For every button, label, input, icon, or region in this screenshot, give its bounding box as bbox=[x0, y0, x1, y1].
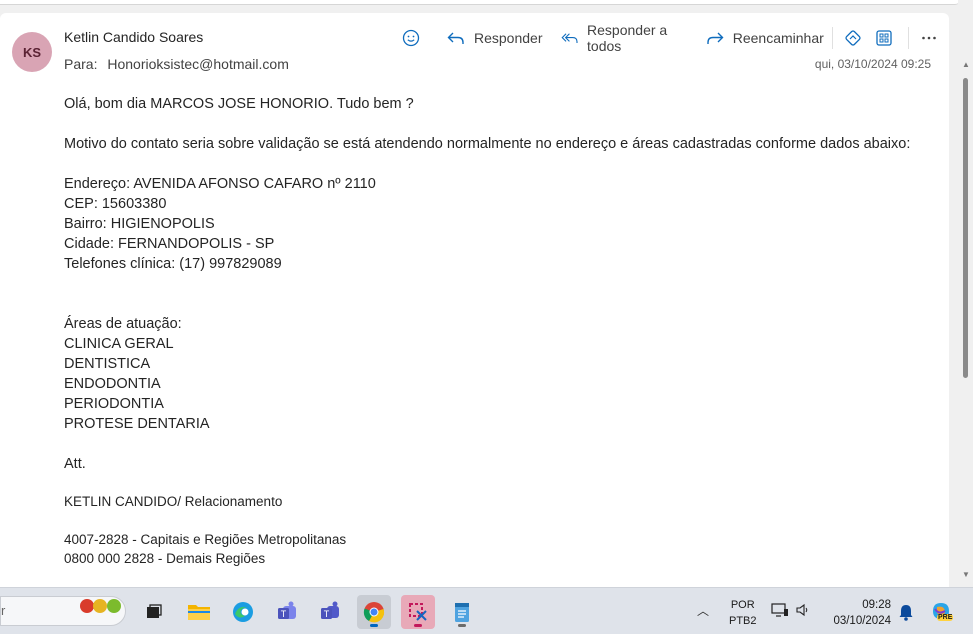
snipping-tool-icon[interactable] bbox=[401, 595, 435, 629]
motive-paragraph: Motivo do contato seria sobre validação … bbox=[64, 136, 911, 152]
network-icon[interactable] bbox=[771, 602, 789, 618]
actions-divider-2 bbox=[908, 27, 910, 49]
area-item: PERIODONTIA bbox=[64, 396, 164, 412]
contact-phone: 0800 000 2828 - Demais Regiões bbox=[64, 551, 266, 566]
forward-label: Reencaminhar bbox=[732, 30, 824, 46]
language-code: POR bbox=[730, 599, 755, 611]
address-line: Endereço: AVENIDA AFONSO CAFARO nº 2110 bbox=[64, 176, 376, 192]
reaction-button[interactable] bbox=[398, 24, 432, 52]
svg-text:T: T bbox=[324, 609, 330, 619]
task-view-icon[interactable] bbox=[137, 595, 171, 629]
message-card: KS Ketlin Candido Soares Para: Honorioks… bbox=[0, 13, 949, 587]
active-app-indicator bbox=[370, 624, 378, 627]
copilot-icon[interactable]: PRE bbox=[929, 599, 955, 625]
reply-all-icon bbox=[560, 33, 578, 44]
windows-taskbar: r T T ︿ POR PTB2 09:28 03/10/2024 PRE bbox=[0, 587, 973, 634]
reply-all-button[interactable]: Responder a todos bbox=[557, 22, 691, 54]
cep-line: CEP: 15603380 bbox=[64, 196, 167, 212]
open-app-indicator bbox=[458, 624, 466, 627]
scroll-down-arrow-icon[interactable]: ▼ bbox=[962, 570, 970, 579]
teams-chat-icon[interactable]: T bbox=[313, 595, 347, 629]
message-date: qui, 03/10/2024 09:25 bbox=[814, 57, 931, 71]
sender-name[interactable]: Ketlin Candido Soares bbox=[64, 29, 203, 45]
smiley-icon bbox=[402, 29, 420, 47]
area-item: DENTISTICA bbox=[64, 356, 151, 372]
apps-grid-icon bbox=[876, 30, 893, 46]
greeting: Olá, bom dia MARCOS JOSE HONORIO. Tudo b… bbox=[64, 96, 414, 112]
message-body: Olá, bom dia MARCOS JOSE HONORIO. Tudo b… bbox=[64, 94, 924, 568]
more-actions-button[interactable] bbox=[917, 24, 941, 52]
keyboard-layout: PTB2 bbox=[729, 615, 757, 627]
message-actions: Responder Responder a todos Reencaminhar bbox=[398, 22, 949, 54]
reply-button[interactable]: Responder bbox=[442, 24, 547, 52]
loop-button[interactable] bbox=[841, 24, 865, 52]
system-tray bbox=[771, 602, 811, 618]
notepad-icon[interactable] bbox=[445, 595, 479, 629]
copilot-badge: PRE bbox=[937, 614, 954, 621]
previous-message-edge bbox=[0, 0, 960, 5]
area-item: ENDODONTIA bbox=[64, 376, 161, 392]
vertical-scrollbar[interactable]: ▲ ▼ bbox=[958, 0, 973, 587]
chrome-browser-icon[interactable] bbox=[357, 595, 391, 629]
area-item: CLINICA GERAL bbox=[64, 336, 174, 352]
file-explorer-icon[interactable] bbox=[182, 595, 216, 629]
recipient-line: Para: Honorioksistec@hotmail.com bbox=[64, 56, 289, 72]
areas-title: Áreas de atuação: bbox=[64, 316, 182, 332]
clock-time: 09:28 bbox=[862, 599, 891, 611]
more-icon bbox=[922, 36, 936, 40]
scroll-thumb[interactable] bbox=[963, 78, 968, 378]
notification-bell-icon[interactable] bbox=[898, 603, 914, 621]
reply-label: Responder bbox=[474, 30, 543, 46]
show-hidden-icons-chevron-icon[interactable]: ︿ bbox=[697, 602, 709, 619]
actions-divider bbox=[831, 27, 833, 49]
loop-icon bbox=[844, 30, 861, 46]
edge-browser-icon[interactable] bbox=[226, 595, 260, 629]
area-item: PROTESE DENTARIA bbox=[64, 416, 210, 432]
sender-avatar[interactable]: KS bbox=[12, 32, 52, 72]
cidade-line: Cidade: FERNANDOPOLIS - SP bbox=[64, 236, 275, 252]
contact-phone: 4007-2828 - Capitais e Regiões Metropoli… bbox=[64, 532, 347, 547]
teams-icon[interactable]: T bbox=[270, 595, 304, 629]
mail-reading-pane: KS Ketlin Candido Soares Para: Honorioks… bbox=[0, 0, 973, 587]
volume-icon[interactable] bbox=[795, 602, 811, 618]
recipient-address[interactable]: Honorioksistec@hotmail.com bbox=[107, 56, 289, 72]
clock-date: 03/10/2024 bbox=[833, 615, 891, 627]
forward-icon bbox=[707, 32, 724, 44]
reply-icon bbox=[447, 32, 464, 44]
system-clock[interactable]: 09:28 03/10/2024 bbox=[828, 597, 891, 629]
bairro-line: Bairro: HIGIENOPOLIS bbox=[64, 216, 215, 232]
scroll-up-arrow-icon[interactable]: ▲ bbox=[962, 60, 970, 69]
reply-all-label: Responder a todos bbox=[587, 22, 668, 54]
search-text-fragment: r bbox=[1, 603, 6, 618]
input-language[interactable]: POR PTB2 bbox=[729, 597, 757, 629]
open-app-indicator bbox=[414, 624, 422, 627]
signature: KETLIN CANDIDO/ Relacionamento bbox=[64, 494, 283, 509]
apps-button[interactable] bbox=[872, 24, 896, 52]
svg-text:T: T bbox=[281, 609, 287, 619]
forward-button[interactable]: Reencaminhar bbox=[701, 24, 828, 52]
to-label: Para: bbox=[64, 56, 98, 72]
search-highlight-fruits-icon[interactable] bbox=[80, 588, 126, 628]
phone-line: Telefones clínica: (17) 997829089 bbox=[64, 256, 282, 272]
closing: Att. bbox=[64, 456, 86, 472]
